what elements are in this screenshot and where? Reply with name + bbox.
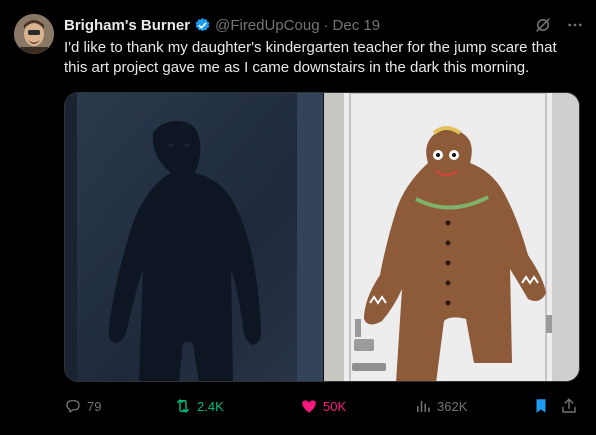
avatar-image — [14, 14, 54, 54]
bookmark-icon — [532, 397, 550, 415]
reply-button[interactable]: 79 — [64, 396, 101, 416]
tweet-date[interactable]: Dec 19 — [333, 17, 381, 34]
retweet-button[interactable]: 2.4K — [174, 396, 224, 416]
action-bar: 79 2.4K 50K 362K — [64, 396, 584, 416]
verified-badge-icon — [194, 17, 211, 34]
views-button[interactable]: 362K — [414, 396, 467, 416]
media-photo-gingerbread[interactable] — [324, 93, 579, 381]
tweet-card[interactable]: Brigham's Burner @FiredUpCoug · Dec 19 I… — [0, 0, 596, 435]
views-icon — [414, 397, 432, 415]
more-icon[interactable] — [566, 16, 584, 34]
heart-icon — [300, 397, 318, 415]
author-name[interactable]: Brigham's Burner — [64, 17, 190, 34]
share-button[interactable] — [560, 396, 578, 416]
reply-icon — [64, 397, 82, 415]
tweet-header: Brigham's Burner @FiredUpCoug · Dec 19 — [64, 14, 584, 36]
grok-icon[interactable] — [534, 16, 552, 34]
bookmark-button[interactable] — [532, 396, 550, 416]
like-count: 50K — [323, 398, 347, 414]
views-count: 362K — [437, 398, 468, 414]
retweet-count: 2.4K — [197, 398, 224, 414]
header-actions — [534, 14, 584, 36]
tweet-text: I'd like to thank my daughter's kinderga… — [64, 39, 557, 76]
like-button[interactable]: 50K — [300, 396, 346, 416]
reply-count: 79 — [87, 398, 102, 414]
share-icon — [560, 397, 578, 415]
separator-dot: · — [323, 16, 329, 34]
author-handle[interactable]: @FiredUpCoug — [215, 17, 319, 34]
retweet-icon — [174, 397, 192, 415]
media-photo-dark[interactable] — [65, 93, 323, 381]
tweet-media[interactable] — [64, 92, 580, 382]
avatar[interactable] — [14, 14, 54, 54]
